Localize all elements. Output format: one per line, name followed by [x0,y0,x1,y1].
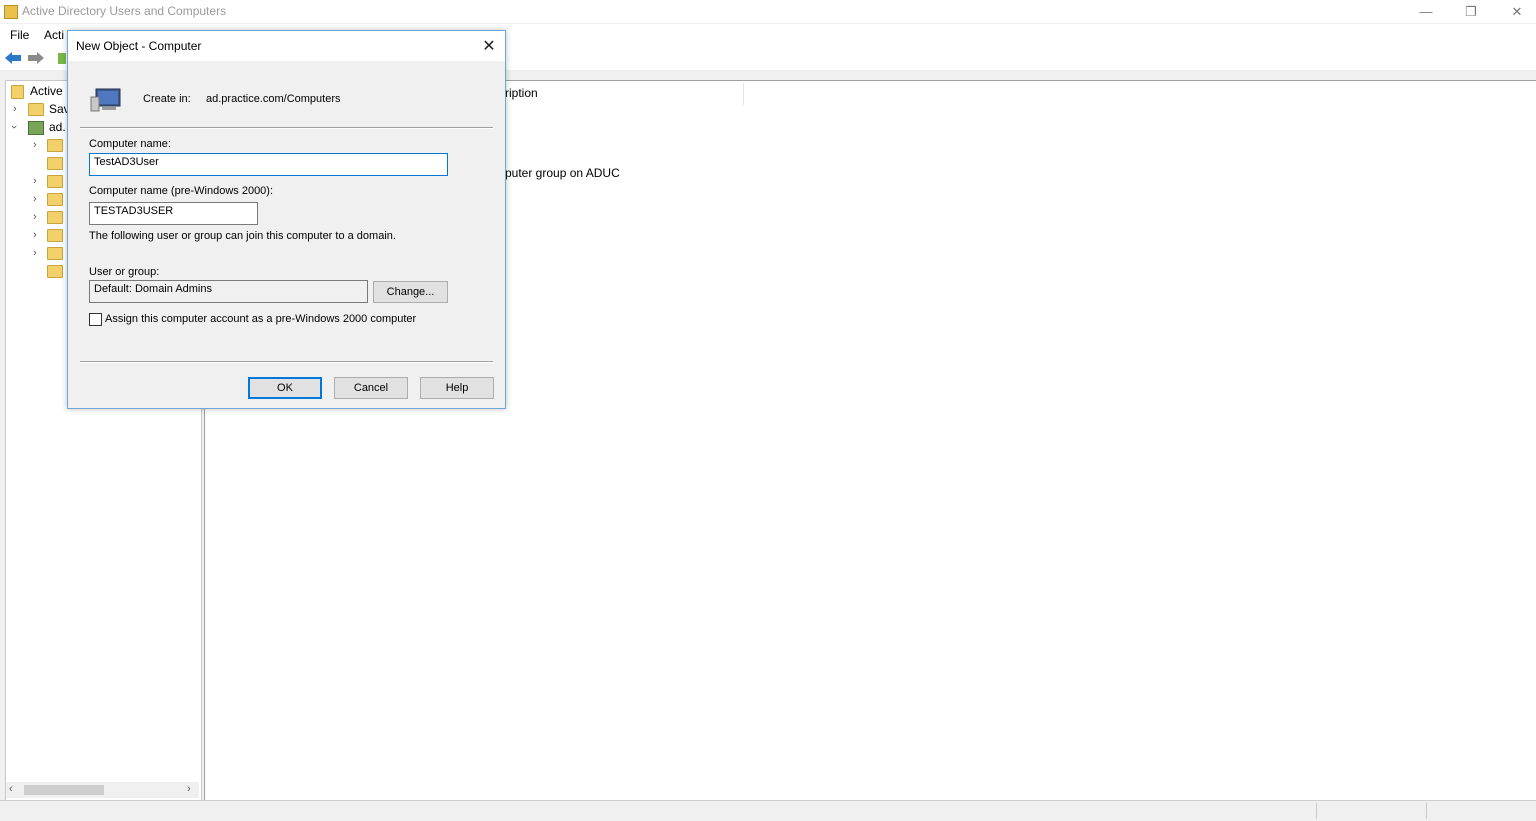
create-in-label: Create in: [143,93,191,105]
chevron-right-icon[interactable]: › [33,211,37,223]
separator [80,361,493,363]
scroll-left-icon[interactable]: ‹ [9,783,13,795]
ou-folder-icon[interactable] [47,175,63,188]
tree-item-root[interactable]: Active [30,84,63,98]
ok-button[interactable]: OK [248,377,322,399]
folder-icon[interactable] [47,157,63,170]
status-divider [1426,803,1427,819]
chevron-down-icon[interactable]: › [8,125,20,129]
pre2000-name-input[interactable]: TESTAD3USER [89,202,258,225]
new-object-computer-dialog: New Object - Computer ✕ Create in: ad.pr… [67,30,506,409]
status-bar [0,800,1536,821]
dialog-title: New Object - Computer [76,39,202,53]
aduc-root-icon [11,85,24,99]
join-description: The following user or group can join thi… [89,230,396,242]
window-title: Active Directory Users and Computers [22,4,227,18]
back-arrow-icon[interactable] [4,51,22,65]
tree-horizontal-scrollbar[interactable]: ‹ › [6,782,199,798]
help-button[interactable]: Help [420,377,494,399]
chevron-right-icon[interactable]: › [33,247,37,259]
main-title-bar: Active Directory Users and Computers — ❐… [0,0,1536,23]
folder-icon[interactable] [47,139,63,152]
user-or-group-label: User or group: [89,266,160,278]
computer-icon [90,88,121,112]
chevron-right-icon[interactable]: › [33,175,37,187]
computer-name-label: Computer name: [89,138,171,150]
folder-icon[interactable] [47,247,63,260]
minimize-icon[interactable]: — [1403,0,1449,23]
chevron-right-icon[interactable]: › [13,103,17,115]
scroll-right-icon[interactable]: › [187,783,191,795]
app-icon [4,5,18,19]
folder-icon[interactable] [47,193,63,206]
pre2000-checkbox-label[interactable]: Assign this computer account as a pre-Wi… [105,313,416,325]
cancel-button[interactable]: Cancel [334,377,408,399]
domain-icon [28,121,44,135]
tree-item-domain[interactable]: ad. [49,120,66,134]
computer-name-input[interactable]: TestAD3User [89,153,448,176]
user-or-group-field: Default: Domain Admins [89,280,368,303]
dialog-title-bar: New Object - Computer ✕ [68,31,505,61]
ou-folder-icon[interactable] [47,229,63,242]
close-icon[interactable]: ✕ [476,34,502,58]
ou-folder-icon[interactable] [47,211,63,224]
chevron-right-icon[interactable]: › [33,229,37,241]
column-header-description[interactable]: ription [505,86,538,100]
menu-file[interactable]: File [10,28,29,42]
folder-icon[interactable] [47,265,63,278]
create-in-value: ad.practice.com/Computers [206,93,341,105]
chevron-right-icon[interactable]: › [33,193,37,205]
restore-icon[interactable]: ❐ [1448,0,1494,23]
status-divider [1316,803,1317,819]
row-description: puter group on ADUC [505,166,620,180]
chevron-right-icon[interactable]: › [33,139,37,151]
up-folder-icon[interactable] [58,53,66,64]
scroll-thumb[interactable] [24,785,104,795]
separator [80,127,493,129]
pre2000-checkbox[interactable] [89,313,102,326]
folder-icon [28,103,44,116]
forward-arrow-icon[interactable] [27,51,45,65]
column-divider[interactable] [743,83,744,105]
pre2000-name-label: Computer name (pre-Windows 2000): [89,185,274,197]
change-button[interactable]: Change... [373,281,448,303]
menu-action[interactable]: Acti [44,28,64,42]
close-icon[interactable]: ✕ [1494,0,1536,23]
